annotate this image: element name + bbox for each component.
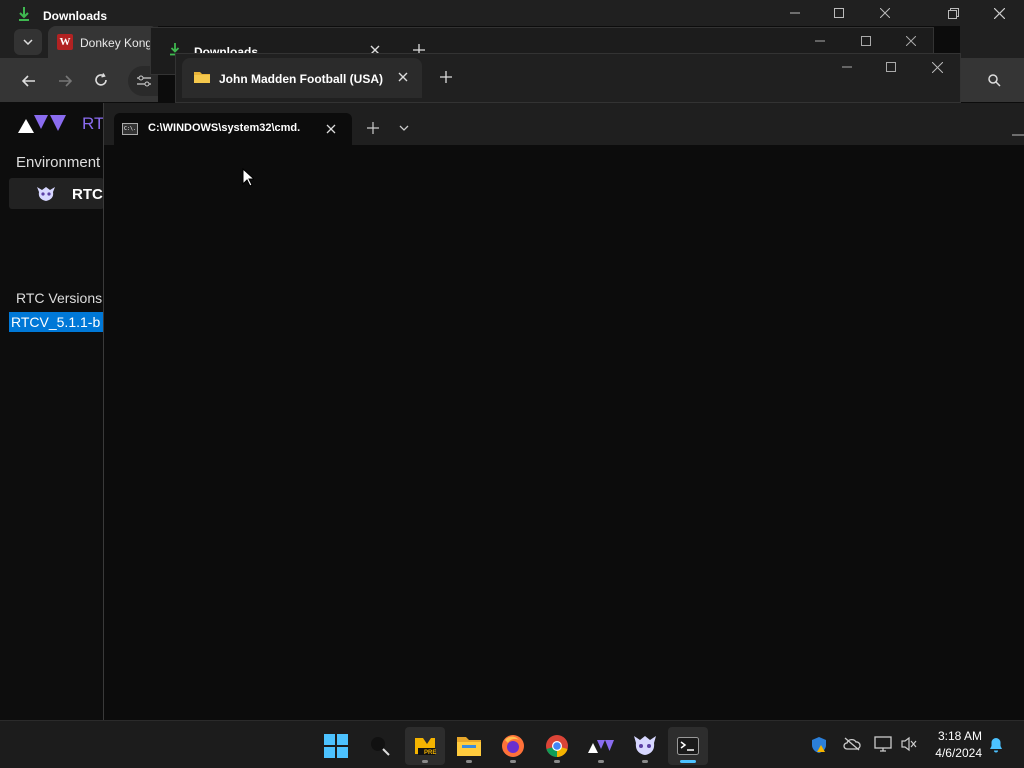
- restore-button[interactable]: [930, 0, 976, 28]
- search-icon[interactable]: [988, 74, 1001, 92]
- window-title: Downloads: [43, 9, 108, 23]
- chevron-down-icon: [23, 39, 33, 45]
- maximize-button[interactable]: [816, 0, 862, 28]
- terminal-tab-bar: C:\. C:\WINDOWS\system32\cmd.: [104, 103, 1024, 145]
- pre-badge: PRE: [424, 750, 437, 756]
- close-tab-icon[interactable]: [397, 71, 409, 83]
- folder-icon: [194, 70, 210, 89]
- terminal-window: C:\. C:\WINDOWS\system32\cmd.: [103, 103, 1024, 720]
- taskbar-firefox[interactable]: [493, 727, 533, 765]
- taskbar-rtcv-alt[interactable]: [625, 727, 665, 765]
- search-icon: [371, 737, 390, 756]
- explorer-tab[interactable]: John Madden Football (USA): [182, 58, 422, 98]
- close-button[interactable]: [976, 0, 1022, 28]
- terminal-tab[interactable]: C:\. C:\WINDOWS\system32\cmd.: [114, 113, 352, 145]
- tab-title: C:\WINDOWS\system32\cmd.: [148, 122, 301, 134]
- browser-window: W Donkey Kong: [0, 26, 158, 102]
- volume-muted-icon[interactable]: [901, 736, 917, 757]
- tab-title: Donkey Kong: [80, 36, 153, 50]
- rtc-logo-icon: [18, 113, 66, 138]
- file-explorer-window: John Madden Football (USA): [175, 53, 961, 103]
- taskbar-rtcv[interactable]: [581, 727, 621, 765]
- rtc-versions-label: RTC Versions: [16, 290, 103, 306]
- taskbar-terminal[interactable]: [668, 727, 708, 765]
- back-icon[interactable]: [21, 74, 36, 92]
- defender-shield-icon[interactable]: [811, 736, 829, 759]
- chrome-icon: [546, 735, 568, 757]
- reload-icon[interactable]: [94, 73, 108, 92]
- downloads-window-back: Downloads: [0, 0, 1024, 26]
- browser-toolbar: [0, 58, 158, 102]
- environment-label: Environment: [16, 154, 101, 171]
- browser-tab[interactable]: W Donkey Kong: [48, 26, 158, 58]
- chevron-down-icon[interactable]: [398, 124, 410, 132]
- taskbar: PRE 3:18 AM 4/6/2024: [0, 720, 1024, 768]
- cmd-icon: C:\.: [122, 123, 138, 135]
- rtcv-skull-icon: [37, 186, 55, 207]
- favicon-icon: W: [57, 34, 73, 50]
- onedrive-offline-icon[interactable]: [843, 737, 861, 756]
- version-label: RTCV_5.1.1-b: [11, 314, 101, 330]
- clock-date[interactable]: 4/6/2024: [930, 746, 982, 760]
- minimize-button[interactable]: [824, 52, 870, 82]
- network-icon[interactable]: [874, 736, 892, 757]
- start-button[interactable]: [316, 727, 356, 765]
- search-button[interactable]: [360, 727, 400, 765]
- terminal-output[interactable]: [104, 145, 1024, 720]
- notification-bell-icon[interactable]: [988, 737, 1004, 758]
- close-tab-icon[interactable]: [325, 123, 337, 135]
- minimize-button[interactable]: [1012, 123, 1024, 141]
- taskbar-file-explorer[interactable]: [449, 727, 489, 765]
- tab-title: John Madden Football (USA): [219, 72, 383, 86]
- forward-icon[interactable]: [58, 74, 73, 92]
- terminal-icon: [677, 737, 699, 755]
- browser-window-right: [960, 26, 1024, 102]
- version-list-item-selected[interactable]: RTCV_5.1.1-b: [9, 312, 104, 332]
- maximize-button[interactable]: [868, 52, 914, 82]
- close-button[interactable]: [862, 0, 908, 28]
- rtcv-skull-icon: [634, 736, 656, 755]
- firefox-icon: [502, 735, 524, 757]
- download-icon: [17, 6, 31, 22]
- rtc-logo-icon: [588, 740, 614, 753]
- folder-icon: [457, 737, 481, 756]
- taskbar-app-pre[interactable]: PRE: [405, 727, 445, 765]
- new-tab-icon[interactable]: [367, 122, 379, 134]
- mouse-cursor-icon: [242, 167, 256, 192]
- windows-icon: [324, 734, 348, 758]
- tab-list-button[interactable]: [14, 29, 42, 55]
- taskbar-chrome[interactable]: [537, 727, 577, 765]
- env-item-rtcv[interactable]: RTCV: [9, 178, 113, 209]
- new-tab-icon[interactable]: [440, 71, 452, 83]
- close-button[interactable]: [914, 52, 960, 82]
- minimize-button[interactable]: [772, 0, 818, 28]
- clock-time[interactable]: 3:18 AM: [930, 729, 982, 743]
- rtc-launcher-sidebar: RTC Environment RTCV RTC Versions RTCV_5…: [0, 102, 117, 720]
